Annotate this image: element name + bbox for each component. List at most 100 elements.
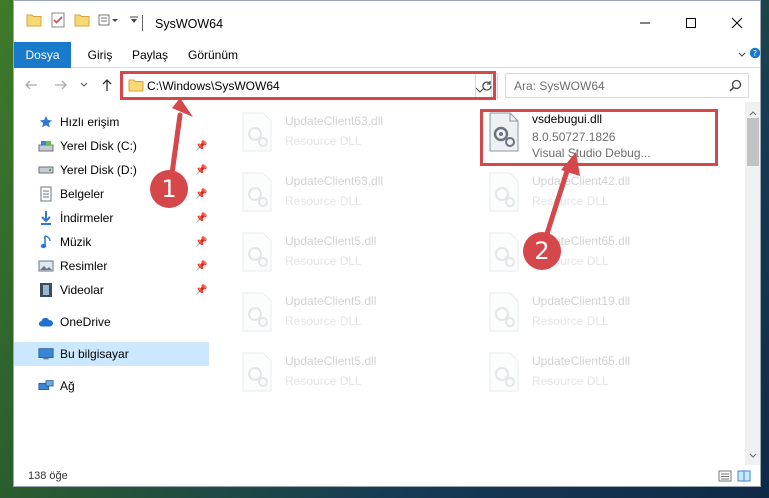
recent-locations-icon[interactable] [78, 76, 90, 94]
sidebar-item-this-pc[interactable]: Bu bilgisayar [14, 342, 209, 366]
star-icon [38, 114, 54, 130]
customize-toolbar-icon[interactable] [98, 11, 120, 29]
file-name: UpdateClient5.dll [285, 234, 377, 248]
sidebar-item-onedrive[interactable]: OneDrive [14, 310, 209, 334]
minimize-button[interactable] [622, 11, 668, 35]
pin-icon: 📌 [195, 212, 208, 224]
file-description: Resource DLL [532, 194, 609, 208]
step-badge-2: 2 [523, 232, 561, 270]
title-bar: SysWOW64 [14, 1, 760, 41]
documents-icon [38, 186, 54, 202]
file-description: Resource DLL [285, 254, 362, 268]
pin-icon: 📌 [195, 284, 208, 296]
sidebar-item-label: OneDrive [60, 315, 111, 329]
scroll-down-icon[interactable] [749, 448, 757, 462]
large-icons-view-icon[interactable] [736, 468, 752, 484]
step-badge-1: 1 [150, 170, 188, 208]
scroll-up-icon[interactable] [749, 105, 757, 119]
file-explorer-window: SysWOW64 Dosya Giriş Paylaş Görünüm ? C:… [13, 0, 761, 487]
network-icon [38, 378, 54, 394]
tab-home[interactable]: Giriş [80, 42, 120, 68]
file-name: UpdateClient63.dll [285, 114, 384, 128]
list-item[interactable]: UpdateClient5.dll Resource DLL [235, 346, 475, 402]
file-highlight [480, 109, 718, 166]
file-name: UpdateClient19.dll [532, 294, 631, 308]
tab-share[interactable]: Paylaş [126, 42, 174, 68]
file-name: UpdateClient63.dll [285, 174, 384, 188]
dll-file-icon [242, 292, 272, 332]
window-title: SysWOW64 [155, 17, 224, 31]
pictures-icon [38, 258, 54, 274]
sidebar-item-label: Resimler [60, 259, 108, 273]
sidebar-item-label: Bu bilgisayar [60, 347, 129, 361]
file-description: Resource DLL [532, 314, 609, 328]
sidebar-item-label: Yerel Disk (C:) [60, 139, 137, 153]
sidebar-item-quick-access[interactable]: Hızlı erişim [14, 110, 209, 134]
dll-file-icon [489, 352, 519, 392]
folder-icon[interactable] [26, 11, 42, 29]
pin-icon: 📌 [195, 260, 208, 272]
file-name: UpdateClient5.dll [285, 294, 377, 308]
file-description: Resource DLL [285, 134, 362, 148]
dll-file-icon [489, 292, 519, 332]
tab-view[interactable]: Görünüm [184, 42, 242, 68]
search-icon[interactable] [729, 79, 742, 95]
back-arrow-icon[interactable] [22, 76, 40, 94]
dropdown-arrow-icon[interactable] [126, 11, 142, 29]
list-item[interactable]: UpdateClient63.dll Resource DLL [235, 166, 475, 222]
vertical-scrollbar[interactable] [745, 102, 760, 465]
details-view-icon[interactable] [717, 468, 733, 484]
list-item[interactable]: UpdateClient5.dll Resource DLL [235, 286, 475, 342]
close-button[interactable] [714, 11, 760, 35]
pin-icon: 📌 [195, 164, 208, 176]
file-description: Resource DLL [285, 374, 362, 388]
search-placeholder[interactable]: Ara: SysWOW64 [514, 79, 605, 93]
drive-icon [38, 162, 54, 178]
music-icon [38, 234, 54, 250]
sidebar-item-music[interactable]: Müzik 📌 [14, 230, 209, 254]
sidebar-item-network[interactable]: Ağ [14, 374, 209, 398]
maximize-button[interactable] [668, 11, 714, 35]
sidebar-item-disk-c[interactable]: Yerel Disk (C:) 📌 [14, 134, 209, 158]
pin-icon: 📌 [195, 236, 208, 248]
list-item[interactable]: UpdateClient19.dll Resource DLL [482, 286, 722, 342]
new-folder-icon[interactable] [74, 11, 90, 29]
forward-arrow-icon[interactable] [52, 76, 70, 94]
download-icon [38, 210, 54, 226]
sidebar-item-label: Videolar [60, 283, 104, 297]
sidebar-item-label: Müzik [60, 235, 92, 249]
sidebar-item-label: Belgeler [60, 187, 105, 201]
list-item[interactable]: UpdateClient42.dll Resource DLL [482, 166, 722, 222]
sidebar-item-downloads[interactable]: İndirmeler 📌 [14, 206, 209, 230]
scrollbar-thumb[interactable] [747, 118, 759, 166]
file-name: UpdateClient5.dll [285, 354, 377, 368]
list-item[interactable]: UpdateClient63.dll Resource DLL [235, 106, 475, 162]
dll-file-icon [242, 172, 272, 212]
computer-icon [38, 346, 54, 362]
help-icon[interactable]: ? [748, 42, 760, 68]
search-box[interactable]: Ara: SysWOW64 [505, 73, 749, 98]
dll-file-icon [242, 112, 272, 152]
pin-icon: 📌 [195, 188, 208, 200]
status-bar: 138 öğe [14, 465, 760, 486]
dll-file-icon [489, 232, 519, 272]
up-arrow-icon[interactable] [98, 76, 116, 94]
file-description: Resource DLL [285, 194, 362, 208]
properties-icon[interactable] [50, 11, 66, 29]
dll-file-icon [489, 172, 519, 212]
sidebar-item-videos[interactable]: Videolar 📌 [14, 278, 209, 302]
sidebar-item-label: Hızlı erişim [60, 115, 120, 129]
item-count: 138 öğe [28, 470, 68, 482]
ribbon: Dosya Giriş Paylaş Görünüm ? [14, 42, 760, 98]
list-item[interactable]: UpdateClient5.dll Resource DLL [235, 226, 475, 282]
sidebar-item-pictures[interactable]: Resimler 📌 [14, 254, 209, 278]
dll-file-icon [242, 232, 272, 272]
sidebar-item-label: Ağ [60, 379, 75, 393]
drive-icon [38, 138, 54, 154]
title-separator [142, 15, 143, 31]
list-item[interactable]: UpdateClient65.dll Resource DLL [482, 226, 722, 282]
cloud-icon [38, 314, 54, 330]
list-item[interactable]: UpdateClient65.dll Resource DLL [482, 346, 722, 402]
svg-text:?: ? [753, 49, 757, 58]
sidebar-item-label: İndirmeler [60, 211, 114, 225]
